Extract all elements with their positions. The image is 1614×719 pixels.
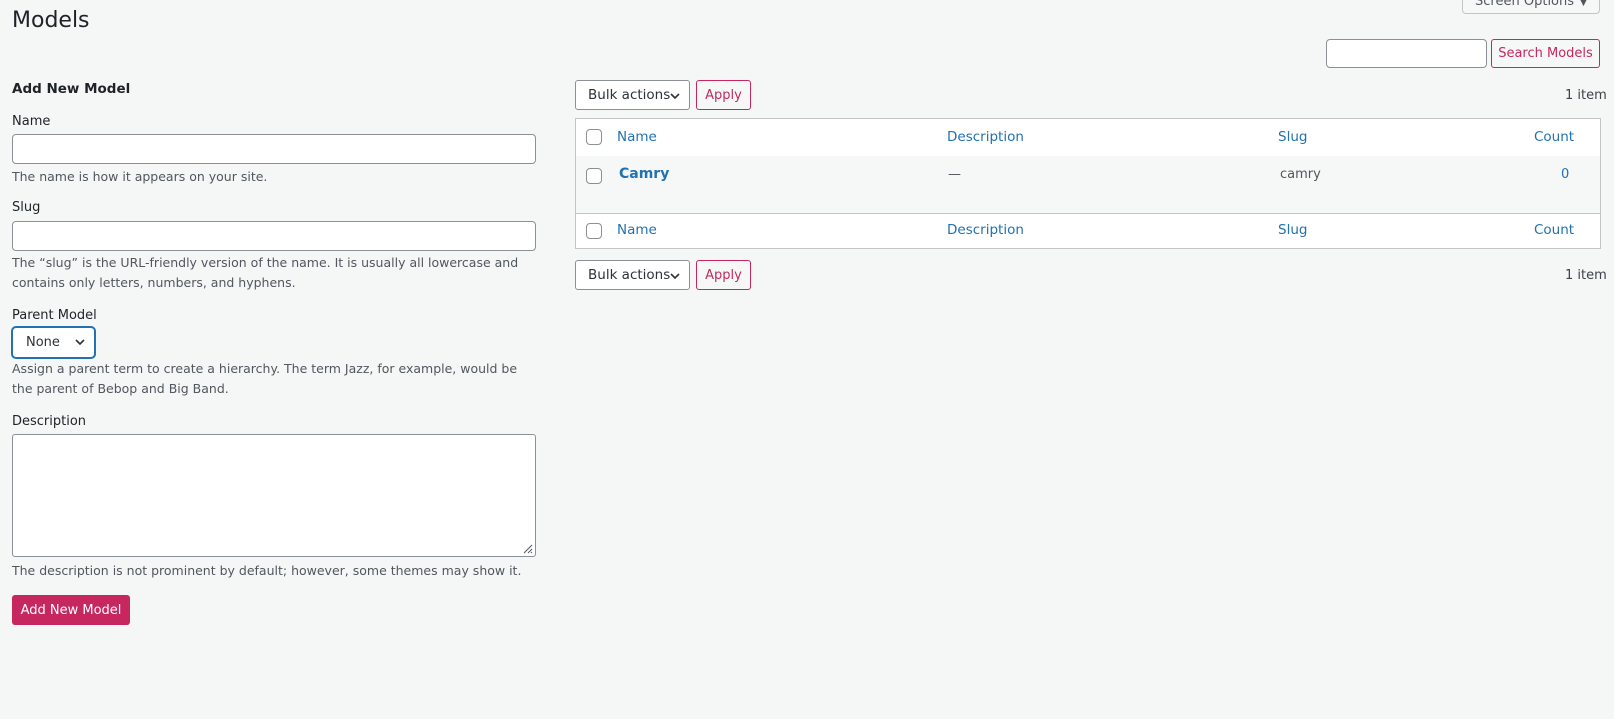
name-help-text: The name is how it appears on your site. [12,169,268,184]
slug-field[interactable] [12,221,536,251]
parent-model-label: Parent Model [12,308,97,323]
resize-grip-icon[interactable] [521,542,533,554]
caret-down-icon: ▼ [1580,0,1587,8]
row-slug: camry [1280,167,1321,182]
parent-model-selected: None [26,335,60,350]
table-footer: Name Description Slug Count [576,213,1600,249]
row-name-link[interactable]: Camry [619,166,669,182]
item-count-top: 1 item [1565,88,1607,103]
chevron-down-icon [670,93,680,100]
table-row: Camry — camry 0 [576,156,1600,213]
bulk-actions-label: Bulk actions [588,87,671,103]
description-label: Description [12,414,87,429]
row-description: — [948,167,961,182]
column-description-header[interactable]: Description [947,129,1024,145]
apply-button-top[interactable]: Apply [696,80,751,110]
search-models-button[interactable]: Search Models [1491,39,1600,68]
slug-help-text: The “slug” is the URL-friendly version o… [12,255,519,290]
chevron-down-icon [670,273,680,280]
screen-options-label: Screen Options [1475,0,1575,9]
models-table: Name Description Slug Count Camry — camr… [575,118,1601,249]
parent-help-text: Assign a parent term to create a hierarc… [12,361,518,396]
add-new-model-button[interactable]: Add New Model [12,595,130,625]
form-section-title: Add New Model [12,81,131,97]
column-count-footer[interactable]: Count [1534,222,1574,238]
row-count-link[interactable]: 0 [1561,167,1569,182]
select-all-checkbox-footer[interactable] [586,223,602,239]
name-field[interactable] [12,134,536,164]
column-slug-footer[interactable]: Slug [1278,222,1307,238]
bulk-actions-select-top[interactable]: Bulk actions [575,80,690,110]
search-input[interactable] [1326,39,1487,68]
description-textarea[interactable] [12,434,536,557]
table-header: Name Description Slug Count [576,119,1600,157]
column-name-header[interactable]: Name [617,129,657,145]
column-description-footer[interactable]: Description [947,222,1024,238]
apply-button-bottom[interactable]: Apply [696,260,751,290]
parent-model-select[interactable]: None [12,327,95,358]
chevron-down-icon [75,339,85,346]
item-count-bottom: 1 item [1565,268,1607,283]
column-slug-header[interactable]: Slug [1278,129,1307,145]
slug-label: Slug [12,200,41,215]
row-checkbox[interactable] [586,168,602,184]
column-name-footer[interactable]: Name [617,222,657,238]
bulk-actions-label: Bulk actions [588,267,671,283]
page-title: Models [12,8,90,33]
name-label: Name [12,114,51,129]
description-help-text: The description is not prominent by defa… [12,563,522,578]
bulk-actions-select-bottom[interactable]: Bulk actions [575,260,690,290]
select-all-checkbox[interactable] [586,129,602,145]
screen-options-button[interactable]: Screen Options ▼ [1462,0,1600,14]
column-count-header[interactable]: Count [1534,129,1574,145]
